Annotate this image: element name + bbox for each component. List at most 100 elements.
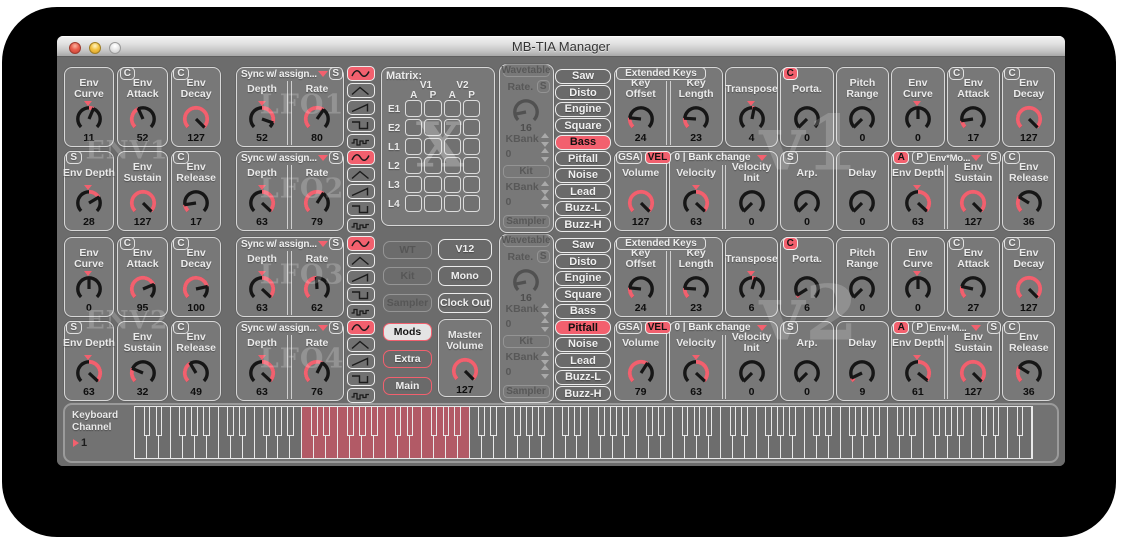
wavetable-kbank-stepper[interactable] [541, 133, 550, 147]
black-key-midi-80[interactable] [694, 407, 701, 436]
mode-button-main[interactable]: Main [383, 377, 432, 396]
knob-env-depth[interactable] [902, 357, 934, 389]
knob-transpose[interactable] [736, 103, 768, 135]
waveform-button-random[interactable] [347, 218, 375, 233]
matrix-cell-l2-0[interactable] [405, 157, 423, 174]
waveform-button-sine[interactable] [347, 150, 375, 165]
stepper-down-icon[interactable] [541, 190, 549, 195]
black-key-midi-109[interactable] [897, 407, 904, 436]
knob-rate[interactable] [301, 103, 333, 135]
sound-button-square[interactable]: Square [555, 118, 611, 133]
dropdown-arrow-icon[interactable] [757, 325, 767, 331]
corner-button-s[interactable]: S [66, 151, 82, 165]
black-key-midi-54[interactable] [514, 407, 521, 436]
knob-depth[interactable] [246, 103, 278, 135]
knob-rate[interactable] [301, 187, 333, 219]
corner-button-s[interactable]: S [66, 321, 82, 335]
black-key-midi-42[interactable] [431, 407, 438, 436]
black-key-midi-126[interactable] [1017, 407, 1024, 436]
dropdown-arrow-icon[interactable] [318, 155, 328, 161]
wavetable-kbank-stepper[interactable] [541, 303, 550, 317]
knob-velocity[interactable] [680, 357, 712, 389]
corner-button-c[interactable]: C [783, 237, 799, 251]
matrix-cell-e2-3[interactable] [463, 119, 481, 136]
sound-button-bass[interactable]: Bass [555, 135, 611, 150]
waveform-button-square[interactable] [347, 117, 375, 132]
sound-button-pitfall[interactable]: Pitfall [555, 151, 611, 166]
sync-button[interactable]: S [987, 151, 1001, 165]
waveform-button-triangle[interactable] [347, 253, 375, 268]
sound-button-disto[interactable]: Disto [555, 254, 611, 269]
black-key-midi-61[interactable] [562, 407, 569, 436]
black-key-midi-111[interactable] [909, 407, 916, 436]
bank-dropdown[interactable]: 0 | Bank change [674, 322, 750, 333]
knob-env-sustain[interactable] [957, 187, 989, 219]
modsource-dropdown[interactable]: Env+M... [929, 323, 966, 334]
black-key-midi-25[interactable] [311, 407, 318, 436]
knob-porta-[interactable] [791, 103, 823, 135]
sound-button-buzz-l[interactable]: Buzz-L [555, 201, 611, 216]
lfo-sync-dropdown[interactable]: Sync w/ assign... [241, 239, 317, 250]
knob-env-curve[interactable] [73, 273, 105, 305]
corner-button-c[interactable]: C [120, 237, 136, 251]
black-key-midi-56[interactable] [526, 407, 533, 436]
corner-button-c[interactable]: C [1004, 321, 1020, 335]
black-key-midi-1[interactable] [144, 407, 151, 436]
matrix-cell-e2-0[interactable] [405, 119, 423, 136]
matrix-cell-e1-1[interactable] [424, 100, 442, 117]
black-key-midi-78[interactable] [682, 407, 689, 436]
sound-button-saw[interactable]: Saw [555, 69, 611, 84]
knob-pitch-range[interactable] [846, 273, 878, 305]
header-button-p[interactable]: P [912, 151, 928, 165]
wavetable-bank-stepper[interactable] [541, 318, 550, 332]
modsource-dropdown[interactable]: Env*Mo... [929, 153, 970, 164]
stepper-up-icon[interactable] [541, 351, 549, 356]
stepper-down-icon[interactable] [541, 327, 549, 332]
lfo-sync-button[interactable]: S [329, 321, 344, 335]
sound-button-buzz-l[interactable]: Buzz-L [555, 370, 611, 385]
knob-env-decay[interactable] [1013, 103, 1045, 135]
knob-env-attack[interactable] [127, 273, 159, 305]
wavetable-bank-stepper[interactable] [541, 148, 550, 162]
header-button-a[interactable]: A [893, 321, 909, 335]
knob-env-attack[interactable] [957, 273, 989, 305]
matrix-cell-l2-3[interactable] [463, 157, 481, 174]
kit-kbank-stepper[interactable] [541, 181, 550, 195]
black-key-midi-87[interactable] [741, 407, 748, 436]
knob-key-length[interactable] [680, 103, 712, 135]
mode-button-mods[interactable]: Mods [383, 323, 432, 342]
black-key-midi-34[interactable] [371, 407, 378, 436]
black-key-midi-85[interactable] [730, 407, 737, 436]
waveform-button-triangle[interactable] [347, 83, 375, 98]
waveform-button-random[interactable] [347, 388, 375, 403]
black-key-midi-66[interactable] [598, 407, 605, 436]
matrix-cell-l1-1[interactable] [424, 138, 442, 155]
black-key-midi-49[interactable] [478, 407, 485, 436]
black-key-midi-27[interactable] [323, 407, 330, 436]
output-button-mono[interactable]: Mono [438, 266, 492, 287]
matrix-cell-e1-2[interactable] [444, 100, 462, 117]
stepper-down-icon[interactable] [541, 157, 549, 162]
knob-env-release[interactable] [1013, 357, 1045, 389]
stepper-down-icon[interactable] [541, 204, 549, 209]
stepper-up-icon[interactable] [541, 303, 549, 308]
sound-button-engine[interactable]: Engine [555, 271, 611, 286]
kit-tab[interactable]: Kit [503, 165, 550, 178]
matrix-cell-l3-1[interactable] [424, 176, 442, 193]
keyboard-channel-value[interactable]: 1 [81, 437, 87, 449]
black-key-midi-20[interactable] [275, 407, 282, 436]
corner-button-c[interactable]: C [120, 67, 136, 81]
sync-button[interactable]: S [987, 321, 1001, 335]
knob-volume[interactable] [625, 357, 657, 389]
sampler-tab[interactable]: Sampler [503, 215, 550, 228]
waveform-button-square[interactable] [347, 201, 375, 216]
knob-env-attack[interactable] [957, 103, 989, 135]
waveform-button-sine[interactable] [347, 236, 375, 251]
black-key-midi-90[interactable] [765, 407, 772, 436]
black-key-midi-22[interactable] [287, 407, 294, 436]
sound-button-square[interactable]: Square [555, 287, 611, 302]
titlebar[interactable]: MB-TIA Manager [57, 36, 1065, 57]
stepper-up-icon[interactable] [541, 148, 549, 153]
knob-env-depth[interactable] [73, 187, 105, 219]
sound-button-lead[interactable]: Lead [555, 184, 611, 199]
